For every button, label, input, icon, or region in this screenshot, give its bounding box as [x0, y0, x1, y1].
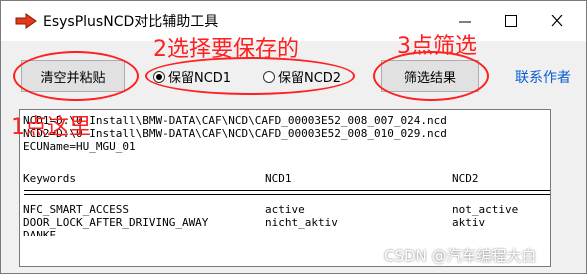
window-title: EsysPlusNCD对比辅助工具 [43, 14, 219, 30]
header-separator-top [24, 190, 550, 191]
row1-ncd2: not_active [452, 203, 519, 216]
header-ncd2: NCD2 [452, 172, 479, 185]
row2-ncd1: nicht_aktiv [265, 216, 338, 229]
row2-keyword: DOOR_LOCK_AFTER_DRIVING_AWAY [23, 216, 209, 229]
close-button[interactable] [542, 7, 572, 35]
header-separator-bottom [24, 194, 550, 195]
annotation-ring-1 [13, 51, 139, 101]
header-keywords: Keywords [23, 172, 76, 185]
app-arrow-icon [15, 13, 37, 29]
minimize-icon [459, 21, 471, 23]
ecu-name-line: ECUName=HU_MGU_01 [23, 140, 136, 153]
app-window: EsysPlusNCD对比辅助工具 清空并粘贴 保留NCD1 保留NCD2 筛选… [0, 0, 587, 274]
contact-author-link[interactable]: 联系作者 [515, 67, 571, 87]
annotation-step3: 3点筛选 [397, 34, 477, 59]
maximize-button[interactable] [496, 7, 526, 35]
annotation-step1: 1点这里 [11, 115, 91, 140]
row3-partial: DANKE [23, 229, 57, 236]
header-ncd1: NCD1 [265, 172, 292, 185]
row1-ncd1: active [265, 203, 305, 216]
row1-keyword: NFC_SMART_ACCESS [23, 203, 129, 216]
close-icon [551, 15, 563, 27]
maximize-icon [505, 15, 517, 27]
result-textbox[interactable]: NCD1=D:\0-Install\BMW-DATA\CAF\NCD\CAFD_… [19, 109, 551, 267]
csdn-watermark: CSDN @汽车编程大白 [384, 247, 537, 265]
row2-ncd2: aktiv [452, 216, 486, 229]
annotation-step2: 2选择要保存的 [153, 37, 299, 62]
